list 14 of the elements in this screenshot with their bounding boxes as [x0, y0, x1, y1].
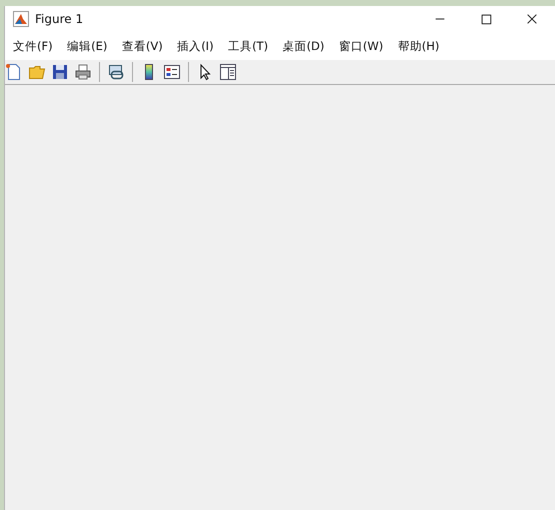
app-icon [13, 11, 29, 27]
menu-item[interactable]: 编辑(E) [67, 38, 124, 54]
property-panel-icon[interactable] [219, 63, 237, 81]
menu-item[interactable]: 帮助(H) [398, 38, 456, 54]
window-title: Figure 1 [35, 12, 84, 26]
save-icon[interactable] [51, 63, 69, 81]
menu-item[interactable]: 桌面(D) [282, 38, 340, 54]
new-file-icon[interactable] [5, 63, 23, 81]
menu-item[interactable]: 窗口(W) [338, 38, 400, 54]
folder-icon[interactable] [28, 63, 46, 81]
menu-item[interactable]: 工具(T) [228, 38, 284, 54]
printer-icon[interactable] [74, 63, 92, 81]
linked-windows-icon[interactable] [107, 63, 125, 81]
legend-icon[interactable] [163, 63, 181, 81]
